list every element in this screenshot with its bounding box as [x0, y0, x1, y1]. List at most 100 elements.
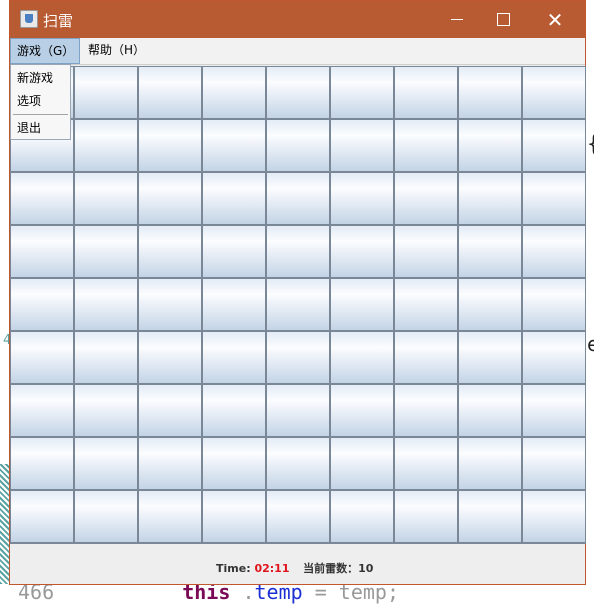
- menu-item-exit[interactable]: 退出: [17, 119, 41, 136]
- mine-cell[interactable]: [202, 278, 266, 331]
- mine-cell[interactable]: [458, 384, 522, 437]
- mine-cell[interactable]: [458, 172, 522, 225]
- mine-cell[interactable]: [74, 490, 138, 543]
- mine-cell[interactable]: [266, 119, 330, 172]
- mine-cell[interactable]: [10, 384, 74, 437]
- mine-cell[interactable]: [330, 384, 394, 437]
- mine-cell[interactable]: [202, 119, 266, 172]
- menu-item-new-game[interactable]: 新游戏: [17, 69, 53, 86]
- mine-cell[interactable]: [202, 331, 266, 384]
- mine-cell[interactable]: [266, 490, 330, 543]
- time-value: 02:11: [254, 562, 290, 575]
- mine-cell[interactable]: [138, 490, 202, 543]
- mine-cell[interactable]: [74, 119, 138, 172]
- mine-cell[interactable]: [202, 172, 266, 225]
- mine-cell[interactable]: [266, 66, 330, 119]
- menu-help[interactable]: 帮助（H）: [82, 38, 151, 64]
- mine-cell[interactable]: [138, 278, 202, 331]
- maximize-button[interactable]: [480, 1, 526, 38]
- mine-cell[interactable]: [522, 225, 586, 278]
- mine-cell[interactable]: [330, 490, 394, 543]
- mine-cell[interactable]: [266, 437, 330, 490]
- mine-cell[interactable]: [522, 331, 586, 384]
- mine-cell[interactable]: [394, 490, 458, 543]
- mine-cell[interactable]: [522, 490, 586, 543]
- mine-cell[interactable]: [330, 225, 394, 278]
- mine-cell[interactable]: [74, 172, 138, 225]
- mine-cell[interactable]: [74, 66, 138, 119]
- mine-cell[interactable]: [394, 331, 458, 384]
- mine-cell[interactable]: [202, 225, 266, 278]
- status-bar: Time: 02:11 当前雷数：10: [10, 544, 585, 584]
- mine-cell[interactable]: [138, 172, 202, 225]
- mine-cell[interactable]: [394, 172, 458, 225]
- time-label: Time:: [216, 562, 251, 575]
- minimize-icon: [451, 19, 463, 20]
- mine-cell[interactable]: [202, 437, 266, 490]
- mine-cell[interactable]: [394, 225, 458, 278]
- mine-cell[interactable]: [138, 331, 202, 384]
- mine-cell[interactable]: [458, 119, 522, 172]
- mine-cell[interactable]: [10, 331, 74, 384]
- menu-game[interactable]: 游戏（G）: [10, 38, 80, 64]
- mine-cell[interactable]: [138, 225, 202, 278]
- mine-cell[interactable]: [330, 278, 394, 331]
- mine-cell[interactable]: [138, 384, 202, 437]
- mine-cell[interactable]: [10, 490, 74, 543]
- mine-cell[interactable]: [138, 437, 202, 490]
- mine-cell[interactable]: [266, 225, 330, 278]
- mine-cell[interactable]: [10, 437, 74, 490]
- mine-cell[interactable]: [266, 384, 330, 437]
- mine-cell[interactable]: [458, 490, 522, 543]
- mine-cell[interactable]: [330, 119, 394, 172]
- mine-cell[interactable]: [266, 172, 330, 225]
- mine-cell[interactable]: [522, 66, 586, 119]
- mine-cell[interactable]: [138, 66, 202, 119]
- mine-cell[interactable]: [202, 66, 266, 119]
- menu-separator: [13, 114, 68, 115]
- mine-cell[interactable]: [266, 278, 330, 331]
- mine-cell[interactable]: [458, 437, 522, 490]
- mine-cell[interactable]: [458, 278, 522, 331]
- mine-cell[interactable]: [394, 119, 458, 172]
- mine-cell[interactable]: [394, 437, 458, 490]
- mine-cell[interactable]: [394, 278, 458, 331]
- mine-cell[interactable]: [330, 172, 394, 225]
- mine-cell[interactable]: [10, 172, 74, 225]
- mine-cell[interactable]: [458, 66, 522, 119]
- mine-cell[interactable]: [330, 331, 394, 384]
- mine-cell[interactable]: [522, 119, 586, 172]
- mine-cell[interactable]: [74, 384, 138, 437]
- mine-cell[interactable]: [74, 437, 138, 490]
- mine-cell[interactable]: [330, 437, 394, 490]
- mine-cell[interactable]: [202, 490, 266, 543]
- background-char: e: [587, 332, 594, 356]
- mine-cell[interactable]: [522, 278, 586, 331]
- mine-cell[interactable]: [74, 225, 138, 278]
- java-app-icon: [20, 10, 38, 28]
- mine-cell[interactable]: [394, 384, 458, 437]
- mine-cell[interactable]: [74, 331, 138, 384]
- mine-cell[interactable]: [10, 225, 74, 278]
- mine-board: [10, 66, 586, 544]
- menu-item-options[interactable]: 选项: [17, 92, 41, 109]
- minimize-button[interactable]: [434, 1, 480, 38]
- title-bar[interactable]: 扫雷 ✕: [10, 1, 585, 38]
- mines-label: 当前雷数：: [303, 562, 359, 575]
- mine-cell[interactable]: [74, 278, 138, 331]
- mine-cell[interactable]: [458, 225, 522, 278]
- mine-cell[interactable]: [394, 66, 458, 119]
- mine-cell[interactable]: [522, 437, 586, 490]
- mine-cell[interactable]: [138, 119, 202, 172]
- menu-bar: 游戏（G） 帮助（H）: [10, 38, 585, 65]
- close-icon: ✕: [546, 7, 564, 32]
- mine-cell[interactable]: [522, 384, 586, 437]
- mine-cell[interactable]: [266, 331, 330, 384]
- mine-cell[interactable]: [458, 331, 522, 384]
- background-brace: {: [587, 132, 594, 157]
- mine-cell[interactable]: [522, 172, 586, 225]
- mine-cell[interactable]: [330, 66, 394, 119]
- close-button[interactable]: ✕: [532, 1, 578, 38]
- mine-cell[interactable]: [10, 278, 74, 331]
- mine-cell[interactable]: [202, 384, 266, 437]
